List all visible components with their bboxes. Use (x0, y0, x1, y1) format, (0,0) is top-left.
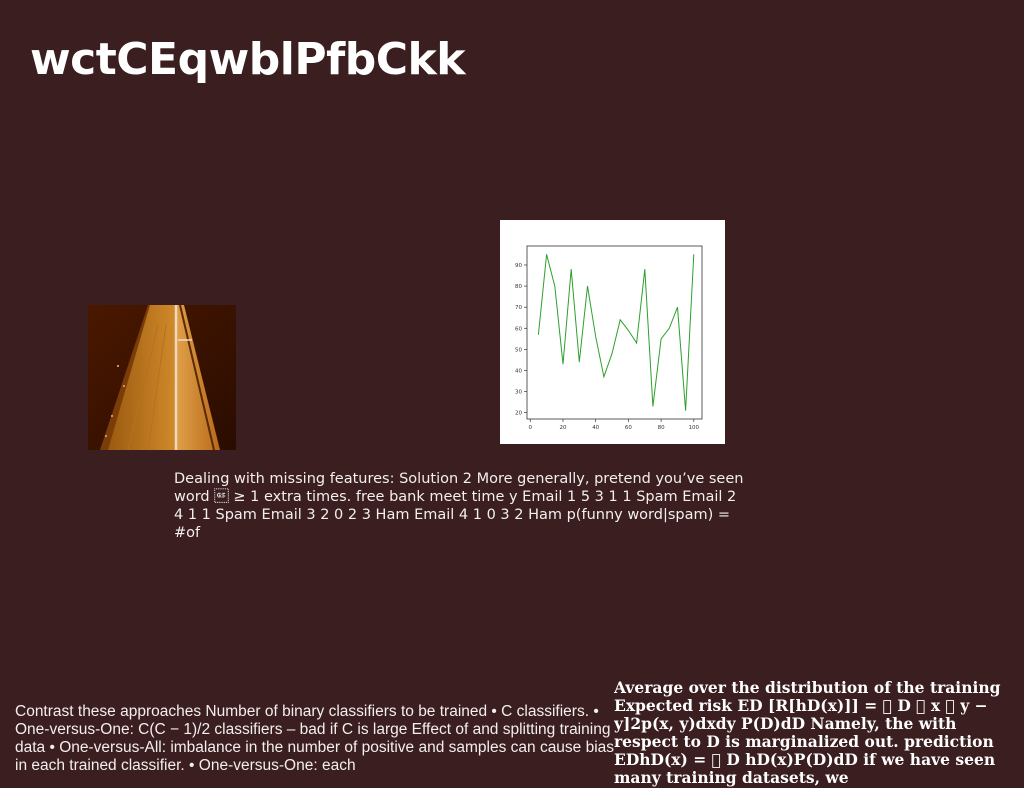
data-point (628, 330, 629, 331)
y-tick-label: 30 (515, 390, 522, 396)
x-tick-label: 0 (529, 425, 533, 431)
y-tick-label: 60 (515, 326, 522, 332)
x-tick-label: 40 (592, 425, 599, 431)
data-point (677, 306, 678, 308)
data-point (570, 268, 572, 270)
bottom-left-text: Contrast these approaches Number of bina… (15, 703, 615, 774)
y-tick-label: 90 (515, 263, 522, 269)
x-tick-label: 100 (689, 425, 700, 431)
plot-frame (526, 245, 703, 420)
data-point (603, 376, 605, 378)
data-point (546, 254, 547, 255)
data-point (538, 334, 539, 335)
series-line (537, 254, 695, 411)
line-chart: 20 30 40 50 60 70 80 90 0 20 40 60 80 100 (500, 220, 725, 444)
y-tick-label: 80 (515, 284, 522, 290)
y-tick-label: 40 (515, 368, 522, 374)
x-tick-label: 60 (625, 425, 632, 431)
data-point (611, 353, 613, 354)
y-tick-label: 20 (515, 411, 522, 417)
line-chart-svg: 20 30 40 50 60 70 80 90 0 20 40 60 80 100 (515, 245, 703, 431)
fabric-photo-icon (88, 305, 236, 450)
x-tick-label: 80 (658, 425, 665, 431)
data-point (562, 363, 564, 365)
data-point (644, 268, 646, 270)
page-title: wctCEqwblPfbCkk (30, 34, 466, 85)
data-point (619, 319, 621, 321)
x-tick-label: 20 (559, 425, 566, 431)
data-point (660, 338, 662, 340)
data-point (636, 342, 637, 344)
fabric-photo (88, 305, 236, 450)
data-point (693, 254, 695, 255)
data-point (595, 336, 596, 338)
data-point (652, 406, 654, 407)
y-tick-label: 50 (515, 347, 522, 353)
slide-caption: Dealing with missing features: Solution … (174, 471, 744, 541)
data-point (579, 361, 580, 363)
bottom-right-text: Average over the distribution of the tra… (614, 679, 1001, 787)
data-point (685, 410, 686, 411)
data-point (587, 285, 588, 287)
data-point (554, 285, 556, 287)
data-point (668, 327, 670, 329)
y-tick-label: 70 (515, 305, 522, 311)
